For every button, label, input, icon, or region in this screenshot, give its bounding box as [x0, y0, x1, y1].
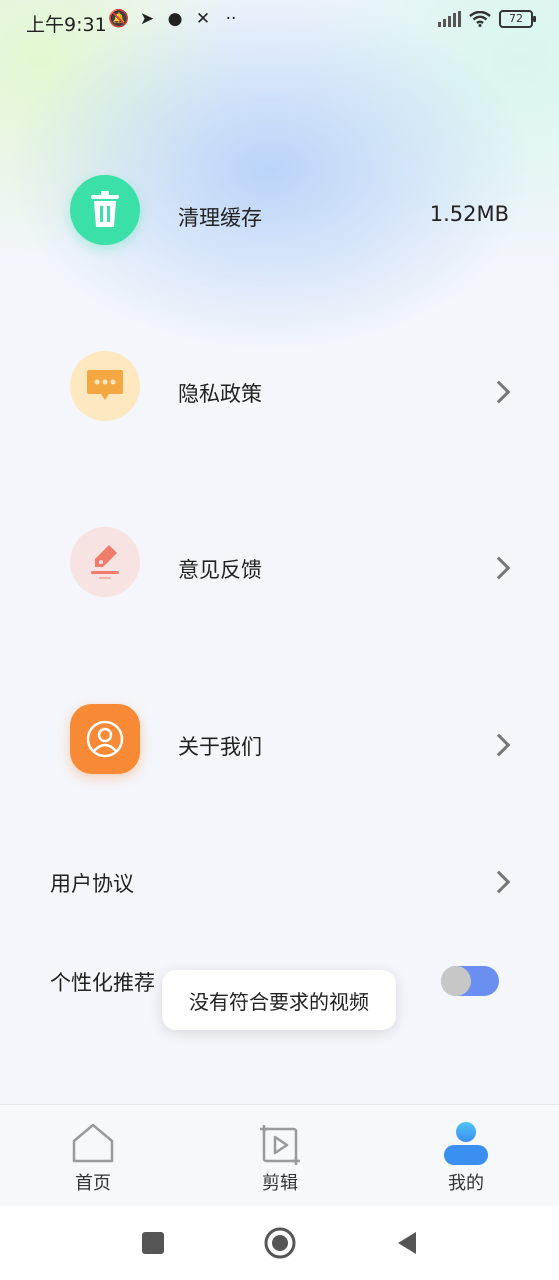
message-dots-icon	[70, 351, 140, 421]
feedback-label: 意见反馈	[178, 558, 262, 582]
tab-mine[interactable]: 我的	[396, 1105, 536, 1207]
back-triangle-icon[interactable]	[392, 1228, 422, 1258]
chevron-right-icon	[487, 870, 511, 894]
chat-bubble-icon: ●	[167, 9, 183, 29]
app-icon: ✕	[195, 9, 211, 29]
tab-mine-label: 我的	[448, 1173, 484, 1194]
more-dots-icon: ··	[225, 9, 237, 29]
cache-size-value: 1.52MB	[429, 202, 509, 226]
personalized-toggle[interactable]	[441, 966, 499, 996]
privacy-policy-row[interactable]: 隐私政策	[0, 346, 559, 436]
notification-icons: 🔕 ➤ ● ✕ ··	[108, 9, 242, 29]
user-agreement-row[interactable]: 用户协议	[0, 850, 559, 910]
toast-message: 没有符合要求的视频	[162, 970, 396, 1030]
user-circle-icon	[70, 704, 140, 774]
tab-edit[interactable]: 剪辑	[210, 1105, 350, 1207]
clear-cache-row[interactable]: 清理缓存 1.52MB	[0, 170, 559, 260]
wifi-icon	[469, 11, 491, 27]
about-us-label: 关于我们	[178, 735, 262, 759]
privacy-policy-label: 隐私政策	[178, 382, 262, 406]
tab-edit-label: 剪辑	[262, 1173, 298, 1194]
toast-text: 没有符合要求的视频	[189, 989, 369, 1014]
user-agreement-label: 用户协议	[50, 872, 134, 896]
system-status: 72	[438, 10, 536, 28]
about-us-row[interactable]: 关于我们	[0, 699, 559, 789]
home-icon	[72, 1123, 114, 1163]
chevron-right-icon	[487, 380, 511, 404]
system-nav-bar	[0, 1206, 559, 1280]
telegram-icon: ➤	[139, 9, 155, 29]
pen-feedback-icon	[70, 527, 140, 597]
feedback-row[interactable]: 意见反馈	[0, 522, 559, 612]
personalized-recommend-label: 个性化推荐	[50, 971, 155, 995]
bottom-tab-bar: 首页 剪辑 我的	[0, 1104, 559, 1207]
chevron-right-icon	[487, 733, 511, 757]
tab-home-label: 首页	[75, 1173, 111, 1194]
muted-bell-icon: 🔕	[108, 9, 130, 29]
home-circle-icon[interactable]	[263, 1226, 297, 1260]
toggle-knob	[441, 966, 471, 996]
signal-icon	[438, 11, 461, 27]
recent-apps-icon[interactable]	[138, 1228, 168, 1258]
status-time: 上午9:31	[26, 14, 107, 36]
trash-icon	[70, 175, 140, 245]
video-edit-icon	[260, 1125, 300, 1165]
clear-cache-label: 清理缓存	[178, 206, 262, 230]
battery-icon: 72	[499, 10, 536, 28]
profile-icon	[444, 1122, 488, 1165]
chevron-right-icon	[487, 556, 511, 580]
tab-home[interactable]: 首页	[23, 1105, 163, 1207]
status-bar: 上午9:31 🔕 ➤ ● ✕ ·· 72	[0, 0, 559, 42]
